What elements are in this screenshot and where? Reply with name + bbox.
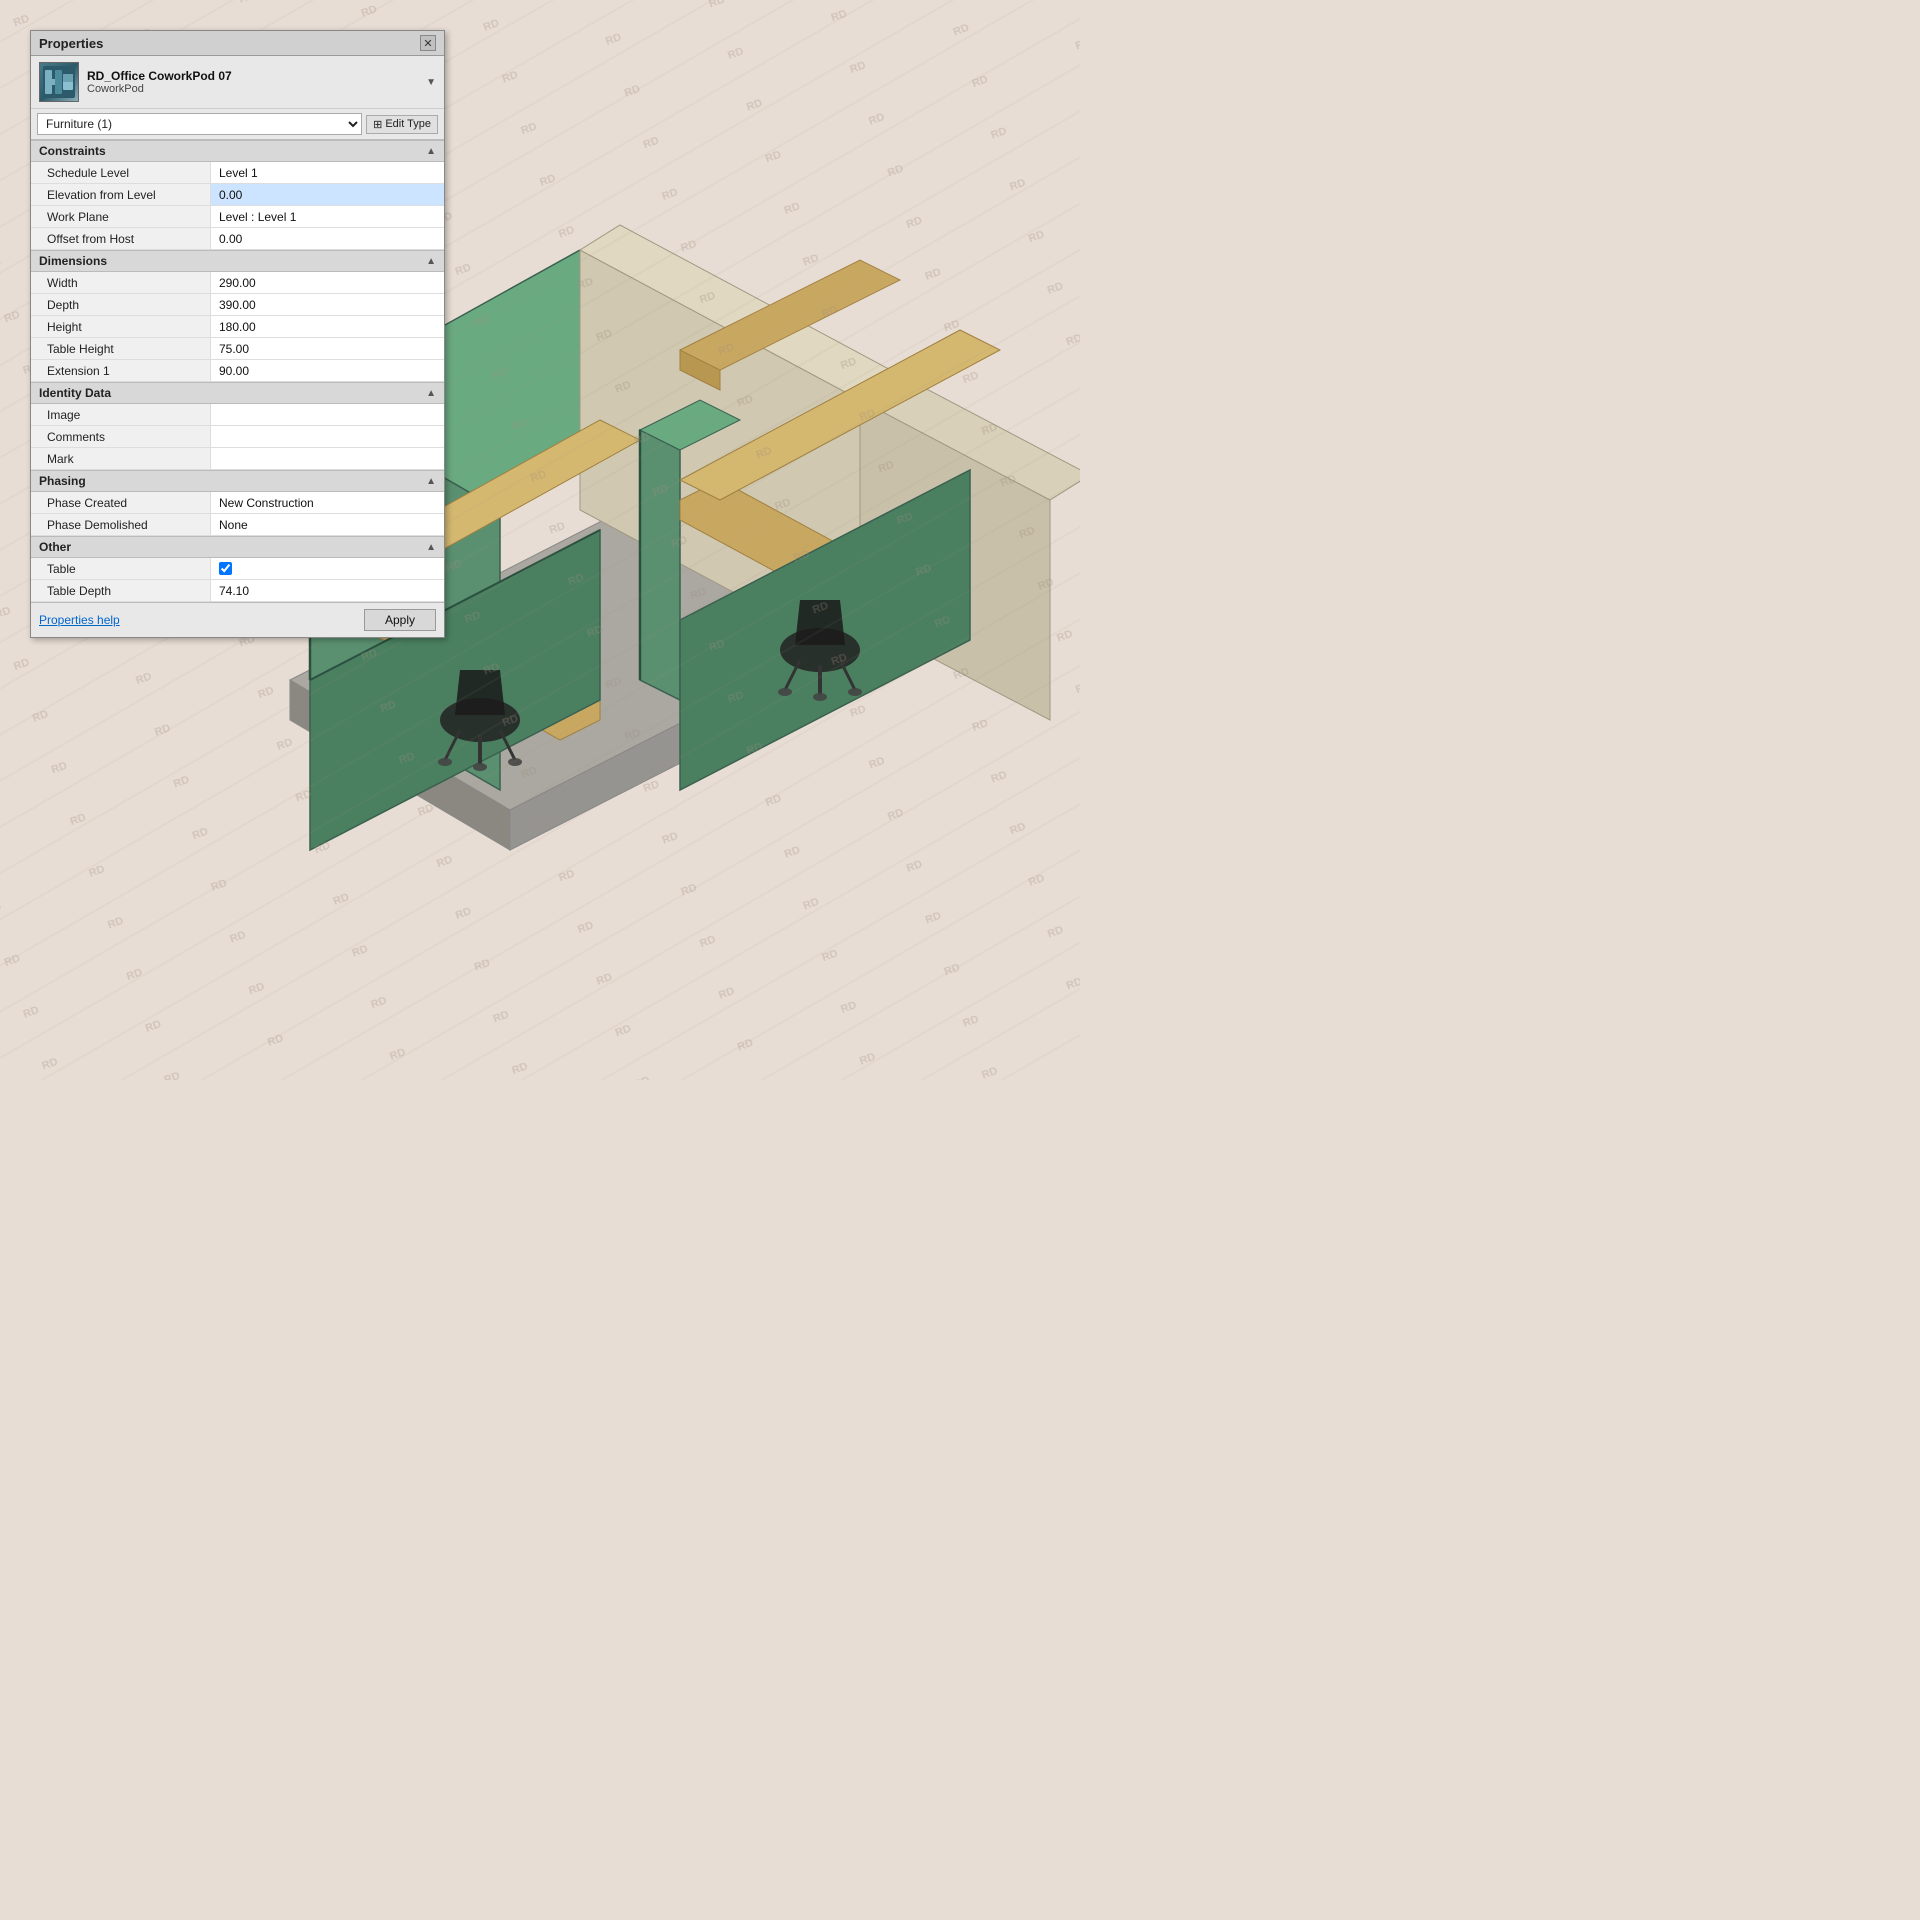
prop-work-plane: Work Plane Level : Level 1	[31, 206, 444, 228]
prop-value-elevation-from-level[interactable]: 0.00	[211, 184, 444, 205]
prop-label-extension-1: Extension 1	[31, 360, 211, 381]
panel-titlebar: Properties ✕	[31, 31, 444, 56]
prop-label-table: Table	[31, 558, 211, 579]
panel-title: Properties	[39, 36, 103, 51]
edit-type-icon: ⊞	[373, 118, 382, 131]
properties-panel: Properties ✕ RD_Office CoworkPod 07 Cowo…	[30, 30, 445, 638]
prop-label-phase-created: Phase Created	[31, 492, 211, 513]
prop-schedule-level: Schedule Level Level 1	[31, 162, 444, 184]
prop-label-work-plane: Work Plane	[31, 206, 211, 227]
prop-label-comments: Comments	[31, 426, 211, 447]
section-phasing-label: Phasing	[39, 474, 86, 488]
element-info: RD_Office CoworkPod 07 CoworkPod ▼	[31, 56, 444, 109]
section-identity-data-arrow: ▲	[426, 388, 436, 399]
type-dropdown[interactable]: Furniture (1)	[37, 113, 362, 135]
type-selector: Furniture (1) ⊞ Edit Type	[31, 109, 444, 140]
element-dropdown-arrow[interactable]: ▼	[426, 77, 436, 88]
properties-help-link[interactable]: Properties help	[39, 613, 120, 627]
prop-value-phase-demolished: None	[211, 514, 444, 535]
prop-value-table-height: 75.00	[211, 338, 444, 359]
element-type: CoworkPod	[87, 83, 418, 95]
section-dimensions[interactable]: Dimensions ▲	[31, 250, 444, 272]
prop-mark: Mark	[31, 448, 444, 470]
prop-value-table-depth: 74.10	[211, 580, 444, 601]
prop-label-height: Height	[31, 316, 211, 337]
prop-phase-created: Phase Created New Construction	[31, 492, 444, 514]
prop-label-elevation-from-level: Elevation from Level	[31, 184, 211, 205]
prop-table-height: Table Height 75.00	[31, 338, 444, 360]
prop-label-schedule-level: Schedule Level	[31, 162, 211, 183]
apply-button[interactable]: Apply	[364, 609, 436, 631]
prop-value-image	[211, 404, 444, 425]
prop-comments: Comments	[31, 426, 444, 448]
prop-label-image: Image	[31, 404, 211, 425]
prop-label-table-height: Table Height	[31, 338, 211, 359]
prop-value-schedule-level: Level 1	[211, 162, 444, 183]
element-icon	[39, 62, 79, 102]
prop-offset-from-host: Offset from Host 0.00	[31, 228, 444, 250]
edit-type-label: Edit Type	[385, 118, 431, 130]
prop-label-table-depth: Table Depth	[31, 580, 211, 601]
section-constraints-label: Constraints	[39, 144, 106, 158]
section-constraints[interactable]: Constraints ▲	[31, 140, 444, 162]
prop-label-width: Width	[31, 272, 211, 293]
section-dimensions-arrow: ▲	[426, 256, 436, 267]
edit-type-button[interactable]: ⊞ Edit Type	[366, 115, 438, 134]
section-constraints-arrow: ▲	[426, 146, 436, 157]
prop-value-table[interactable]	[211, 558, 444, 579]
prop-phase-demolished: Phase Demolished None	[31, 514, 444, 536]
prop-label-mark: Mark	[31, 448, 211, 469]
prop-value-comments	[211, 426, 444, 447]
prop-image: Image	[31, 404, 444, 426]
section-other[interactable]: Other ▲	[31, 536, 444, 558]
prop-label-depth: Depth	[31, 294, 211, 315]
prop-value-width: 290.00	[211, 272, 444, 293]
prop-extension-1: Extension 1 90.00	[31, 360, 444, 382]
panel-footer: Properties help Apply	[31, 602, 444, 637]
prop-value-mark	[211, 448, 444, 469]
element-name: RD_Office CoworkPod 07	[87, 69, 418, 83]
prop-value-work-plane: Level : Level 1	[211, 206, 444, 227]
element-details: RD_Office CoworkPod 07 CoworkPod	[87, 69, 418, 95]
section-other-label: Other	[39, 540, 71, 554]
section-other-arrow: ▲	[426, 542, 436, 553]
prop-value-offset-from-host: 0.00	[211, 228, 444, 249]
prop-label-phase-demolished: Phase Demolished	[31, 514, 211, 535]
prop-value-extension-1: 90.00	[211, 360, 444, 381]
prop-table: Table	[31, 558, 444, 580]
titlebar-left: Properties	[39, 36, 103, 51]
prop-depth: Depth 390.00	[31, 294, 444, 316]
prop-height: Height 180.00	[31, 316, 444, 338]
section-identity-data[interactable]: Identity Data ▲	[31, 382, 444, 404]
prop-value-phase-created: New Construction	[211, 492, 444, 513]
table-checkbox[interactable]	[219, 562, 232, 575]
prop-table-depth: Table Depth 74.10	[31, 580, 444, 602]
section-phasing[interactable]: Phasing ▲	[31, 470, 444, 492]
section-phasing-arrow: ▲	[426, 476, 436, 487]
close-button[interactable]: ✕	[420, 35, 436, 51]
prop-elevation-from-level: Elevation from Level 0.00	[31, 184, 444, 206]
section-dimensions-label: Dimensions	[39, 254, 107, 268]
section-identity-data-label: Identity Data	[39, 386, 111, 400]
prop-label-offset-from-host: Offset from Host	[31, 228, 211, 249]
prop-value-height: 180.00	[211, 316, 444, 337]
prop-width: Width 290.00	[31, 272, 444, 294]
prop-value-depth: 390.00	[211, 294, 444, 315]
